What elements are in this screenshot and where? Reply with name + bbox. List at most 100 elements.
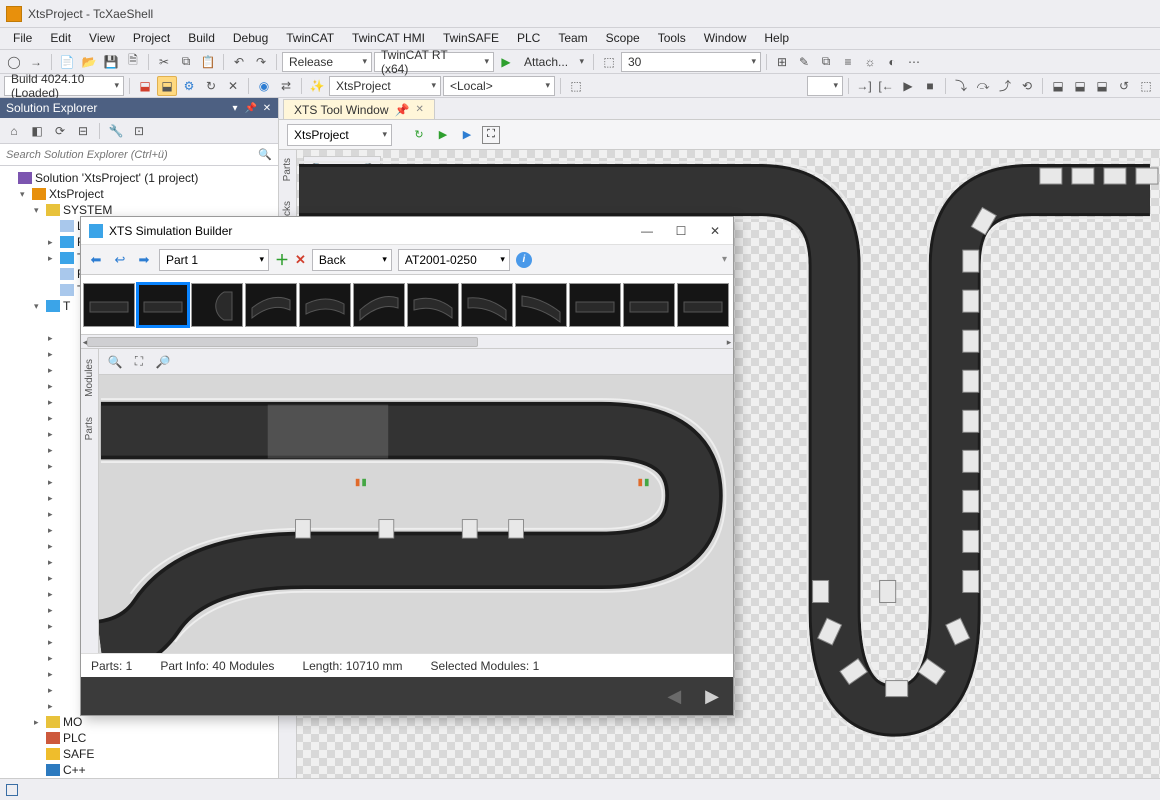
module-thumb[interactable] [515,283,567,327]
bp-icon-5[interactable]: ⬚ [1136,76,1156,96]
tab-xts-tool-window[interactable]: XTS Tool Window 📌 ✕ [283,99,435,119]
module-dropdown[interactable]: AT2001-0250 [398,249,510,271]
tree-node[interactable]: SAFE [0,746,278,762]
menu-file[interactable]: File [4,28,41,49]
tc-restart-icon[interactable]: ⬓ [157,76,177,96]
close-button[interactable]: ✕ [705,224,725,238]
play-icon[interactable]: ▶ [434,126,452,144]
local-dropdown[interactable]: <Local> [443,76,555,96]
bp-icon-1[interactable]: ⬓ [1048,76,1068,96]
delete-button[interactable]: ✕ [295,252,306,268]
module-thumb[interactable] [191,283,243,327]
module-thumb[interactable] [299,283,351,327]
bp-icon-2[interactable]: ⬓ [1070,76,1090,96]
tc-icon-7[interactable]: ⋯ [904,52,924,72]
save-icon[interactable]: 💾 [101,52,121,72]
doc-project-dropdown[interactable]: XtsProject [287,124,392,146]
tc-scan-icon[interactable]: ◉ [254,76,274,96]
menu-project[interactable]: Project [124,28,179,49]
bp-icon-3[interactable]: ⬓ [1092,76,1112,96]
module-thumb[interactable] [137,283,189,327]
sim-zoom-fit-icon[interactable]: ⛶ [129,352,149,372]
tc-icon-4[interactable]: ≡ [838,52,858,72]
step-out-icon[interactable]: ⤴ [995,76,1015,96]
target-dropdown[interactable]: TwinCAT RT (x64) [374,52,494,72]
pin-icon[interactable]: 📌 [394,103,409,117]
tc-cleanup-icon[interactable]: ✕ [223,76,243,96]
menu-debug[interactable]: Debug [224,28,277,49]
expand-icon[interactable]: ⛶ [482,126,500,144]
collapse-icon[interactable]: ⊟ [73,121,93,141]
wizard-next-button[interactable]: ▶ [705,686,719,707]
tc-icon-3[interactable]: ⧉ [816,52,836,72]
menu-view[interactable]: View [80,28,124,49]
part-dropdown[interactable]: Part 1 [159,249,269,271]
module-thumb[interactable] [353,283,405,327]
save-all-icon[interactable]: 🗎 [123,52,143,72]
tc-activate-icon[interactable]: ⬓ [135,76,155,96]
cut-icon[interactable]: ✂ [154,52,174,72]
open-icon[interactable]: 📂 [79,52,99,72]
search-input[interactable] [0,147,252,163]
tree-node[interactable]: ▾XtsProject [0,186,278,202]
menu-plc[interactable]: PLC [508,28,549,49]
tc-icon-1[interactable]: ⊞ [772,52,792,72]
menu-tools[interactable]: Tools [649,28,695,49]
build-dropdown[interactable]: Build 4024.10 (Loaded) [4,76,124,96]
module-thumb[interactable] [407,283,459,327]
menu-build[interactable]: Build [179,28,224,49]
sim-sidetab-parts[interactable]: Parts [84,413,95,444]
config-dropdown[interactable]: Release [282,52,372,72]
start-plc-icon[interactable]: ▶ [898,76,918,96]
menu-help[interactable]: Help [755,28,798,49]
panel-dropdown-icon[interactable]: ▾ [228,101,242,115]
properties-icon[interactable]: 🔧 [106,121,126,141]
search-icon[interactable]: 🔍 [252,148,278,161]
tc-icon-5[interactable]: ☼ [860,52,880,72]
sim-zoom-in-icon[interactable]: 🔍 [105,352,125,372]
paste-icon[interactable]: 📋 [198,52,218,72]
new-icon[interactable]: 📄 [57,52,77,72]
undo-icon[interactable]: ↶ [229,52,249,72]
menu-twinsafe[interactable]: TwinSAFE [434,28,508,49]
toolbar-overflow-icon[interactable]: ▾ [722,254,727,265]
menu-scope[interactable]: Scope [597,28,649,49]
wizard-prev-button[interactable]: ◀ [667,686,681,707]
module-thumb[interactable] [83,283,135,327]
side-dropdown[interactable]: Back [312,249,392,271]
home-icon[interactable]: ⌂ [4,121,24,141]
attach-dropdown[interactable]: Attach... [518,52,588,72]
step-over-icon[interactable]: ⤼ [973,76,993,96]
panel-tb-icon-2[interactable]: ◧ [27,121,47,141]
menu-team[interactable]: Team [549,28,596,49]
refresh-icon[interactable]: ↻ [410,126,428,144]
panel-pin-icon[interactable]: 📌 [244,101,258,115]
menu-twincat-hmi[interactable]: TwinCAT HMI [343,28,434,49]
module-strip-scrollbar[interactable]: ◂▸ [81,335,733,349]
tc-icon-2[interactable]: ✎ [794,52,814,72]
tree-node[interactable]: C++ [0,762,278,778]
bp-icon-4[interactable]: ↺ [1114,76,1134,96]
menu-twincat[interactable]: TwinCAT [277,28,343,49]
panel-tb-icon-6[interactable]: ⊡ [129,121,149,141]
module-thumb[interactable] [461,283,513,327]
play-alt-icon[interactable]: ▶ [458,126,476,144]
numeric-dropdown[interactable]: 30 [621,52,761,72]
extra-icon-1[interactable]: ⬚ [599,52,619,72]
module-strip[interactable] [81,275,733,335]
maximize-button[interactable]: ☐ [671,224,691,238]
sim-sidetab-modules[interactable]: Modules [84,355,95,401]
tree-node[interactable]: ▸MO [0,714,278,730]
module-thumb[interactable] [245,283,297,327]
nav-next-icon[interactable]: ➡ [135,251,153,269]
project-dropdown[interactable]: XtsProject [329,76,441,96]
tc-config-icon[interactable]: ⚙ [179,76,199,96]
stop-plc-icon[interactable]: ■ [920,76,940,96]
sim-canvas[interactable] [99,375,733,653]
nav-back-icon[interactable]: ◯ [4,52,24,72]
tc-reload-icon[interactable]: ↻ [201,76,221,96]
module-thumb[interactable] [623,283,675,327]
panel-close-icon[interactable]: ✕ [260,101,274,115]
panel-tb-icon-3[interactable]: ⟳ [50,121,70,141]
module-thumb[interactable] [677,283,729,327]
